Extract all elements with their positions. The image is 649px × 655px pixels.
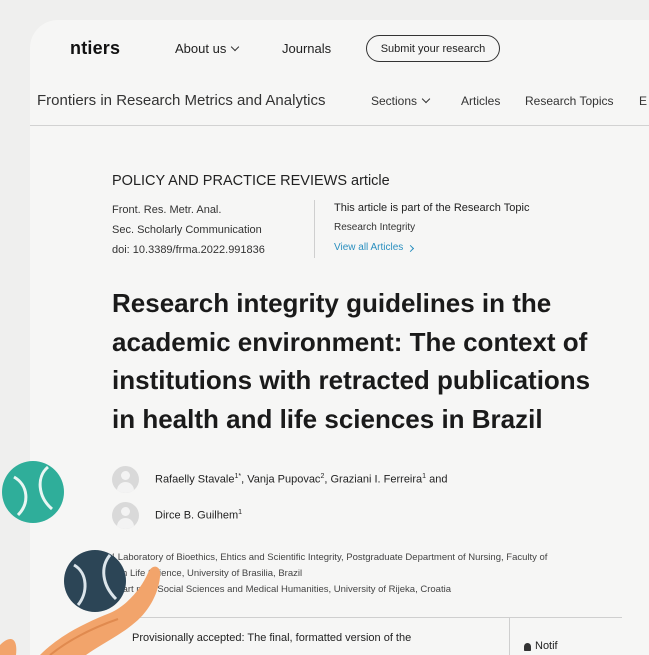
journal-nav-research-topics[interactable]: Research Topics [525, 94, 614, 108]
article-section[interactable]: Sec. Scholarly Communication [112, 220, 265, 240]
article-citation: Front. Res. Metr. Anal. Sec. Scholarly C… [112, 200, 265, 260]
navy-ball-icon [64, 550, 126, 612]
nav-journals[interactable]: Journals [282, 41, 331, 56]
article-doi[interactable]: doi: 10.3389/frma.2022.991836 [112, 240, 265, 260]
article-title: Research integrity guidelines in the aca… [112, 284, 632, 438]
page: ntiers About us Journals Submit your res… [0, 0, 649, 655]
site-header: ntiers About us Journals Submit your res… [0, 0, 649, 72]
teal-ball-icon [2, 461, 64, 523]
view-all-articles-link[interactable]: View all Articles [334, 238, 529, 258]
journal-nav-articles-label: Articles [461, 94, 501, 108]
chevron-down-icon [231, 42, 240, 51]
journal-nav-more[interactable]: E [639, 94, 647, 108]
nav-journals-label: Journals [282, 41, 332, 56]
article-title-line: Research integrity guidelines in the [112, 288, 552, 318]
journal-title[interactable]: Frontiers in Research Metrics and Analyt… [37, 92, 325, 109]
article-title-line: in health and life sciences in Brazil [112, 403, 543, 434]
author-list: Rafaelly Stavale1*, Vanja Pupovac2, Graz… [155, 473, 448, 486]
author-name[interactable]: Vanja Pupovac [247, 474, 320, 486]
article-title-line: academic environment: The context of [112, 326, 588, 357]
journal-bar: Frontiers in Research Metrics and Analyt… [30, 76, 649, 126]
chevron-down-icon [421, 94, 431, 104]
journal-abbrev: Front. Res. Metr. Anal. [112, 204, 222, 216]
research-topic-box: This article is part of the Research Top… [334, 198, 529, 258]
author-separator: and [426, 473, 448, 486]
chevron-right-icon [407, 244, 415, 252]
article-title-line: institutions with retracted publications [112, 365, 591, 395]
journal-nav-sections-label: Sections [371, 94, 418, 108]
decorative-illustration [0, 461, 161, 655]
author-name[interactable]: Graziani I. Ferreira [330, 474, 422, 486]
bell-icon [524, 643, 531, 651]
view-all-articles-label: View all Articles [334, 242, 404, 253]
journal-nav-research-topics-label: Research Topics [525, 94, 614, 108]
notify-button[interactable]: Notif [510, 617, 622, 655]
research-topic-heading: This article is part of the Research Top… [334, 202, 530, 214]
nav-about-us[interactable]: About us [175, 41, 240, 56]
author-affil-sup: 1 [238, 509, 243, 517]
journal-nav-articles[interactable]: Articles [461, 94, 500, 108]
nav-about-us-label: About us [175, 41, 227, 56]
submit-research-button[interactable]: Submit your research [366, 35, 500, 62]
site-logo[interactable]: ntiers [70, 38, 120, 59]
journal-nav-more-label: E [639, 94, 648, 108]
article-type: POLICY AND PRACTICE REVIEWS article [112, 173, 390, 189]
notify-label: Notif [535, 640, 558, 652]
meta-divider [314, 200, 315, 258]
research-topic-name[interactable]: Research Integrity [334, 218, 529, 238]
journal-nav-sections[interactable]: Sections [371, 94, 431, 108]
